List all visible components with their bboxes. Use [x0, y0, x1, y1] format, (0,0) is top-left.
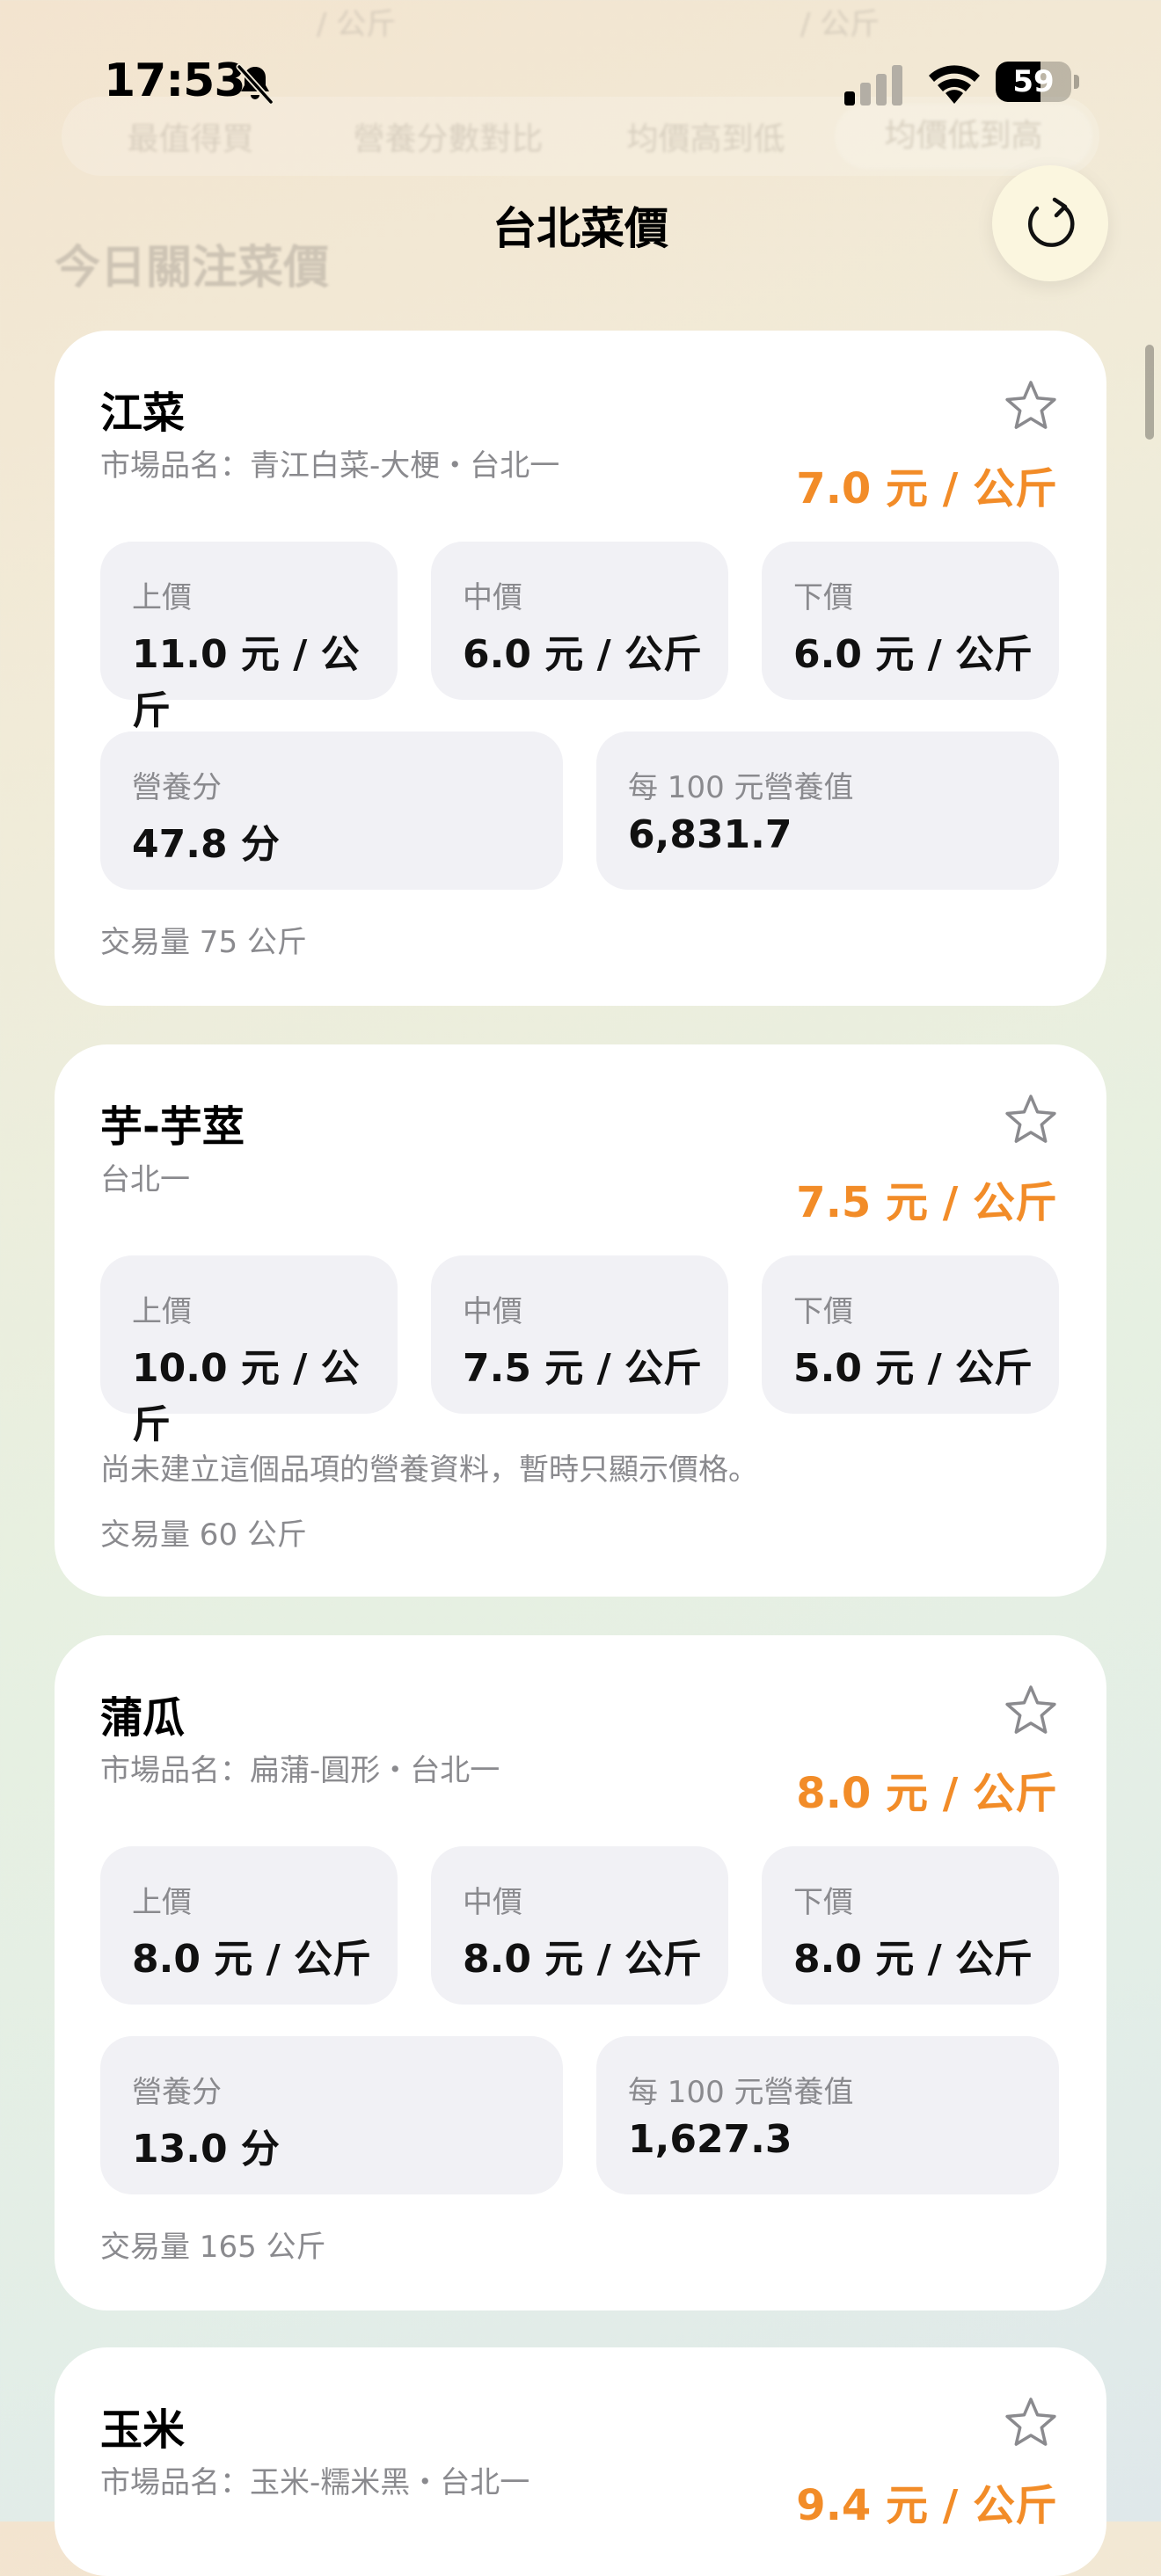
- trade-volume: 交易量 60 公斤: [100, 1517, 307, 1553]
- produce-card[interactable]: 江菜 市場品名：青江白菜-大梗・台北一 7.0 元 / 公斤 上價 11.0 元…: [55, 331, 1106, 1006]
- value-per-100-label: 每 100 元營養值: [628, 2075, 854, 2110]
- mid-price-value: 6.0 元 / 公斤: [463, 632, 702, 677]
- average-price: 9.4 元 / 公斤: [796, 2481, 1057, 2530]
- low-price-box: 下價 8.0 元 / 公斤: [762, 1846, 1059, 2005]
- page-title: 台北菜價: [493, 203, 668, 254]
- refresh-icon: [1028, 197, 1075, 247]
- bell-slash-icon: [236, 63, 274, 106]
- produce-name: 芋-芋莖: [100, 1102, 245, 1152]
- mid-price-box: 中價 7.5 元 / 公斤: [431, 1255, 728, 1414]
- mid-price-box: 中價 6.0 元 / 公斤: [431, 542, 728, 700]
- market-name: 市場品名：扁蒲-圓形・台北一: [100, 1753, 500, 1788]
- average-price: 7.5 元 / 公斤: [796, 1178, 1057, 1227]
- battery-indicator: 59: [996, 62, 1080, 102]
- average-price: 7.0 元 / 公斤: [796, 464, 1057, 513]
- nutrition-score-box: 營養分 13.0 分: [100, 2036, 563, 2194]
- favorite-star-icon[interactable]: [1003, 378, 1059, 434]
- low-price-label: 下價: [793, 1294, 853, 1329]
- mid-price-value: 7.5 元 / 公斤: [463, 1346, 702, 1391]
- trade-volume: 交易量 75 公斤: [100, 925, 307, 960]
- low-price-value: 5.0 元 / 公斤: [793, 1346, 1033, 1391]
- high-price-label: 上價: [132, 1294, 192, 1329]
- low-price-label: 下價: [793, 1885, 853, 1920]
- trade-volume: 交易量 165 公斤: [100, 2230, 326, 2265]
- produce-card[interactable]: 蒲瓜 市場品名：扁蒲-圓形・台北一 8.0 元 / 公斤 上價 8.0 元 / …: [55, 1635, 1106, 2310]
- mid-price-label: 中價: [463, 1885, 522, 1920]
- market-name: 市場品名：青江白菜-大梗・台北一: [100, 448, 560, 484]
- mid-price-label: 中價: [463, 1294, 522, 1329]
- market-name: 台北一: [100, 1162, 190, 1197]
- status-bar: 17:53 59: [0, 55, 1161, 116]
- high-price-box: 上價 8.0 元 / 公斤: [100, 1846, 398, 2005]
- mid-price-label: 中價: [463, 580, 522, 615]
- low-price-box: 下價 5.0 元 / 公斤: [762, 1255, 1059, 1414]
- high-price-box: 上價 10.0 元 / 公斤: [100, 1255, 398, 1447]
- market-name: 市場品名：玉米-糯米黑・台北一: [100, 2465, 530, 2500]
- filter-tab-price-desc: 均價高到低: [626, 121, 785, 157]
- average-price: 8.0 元 / 公斤: [796, 1769, 1057, 1818]
- scrollbar[interactable]: [1145, 345, 1154, 440]
- filter-tab-nutrition: 營養分數對比: [353, 121, 544, 157]
- cellular-signal-icon: [844, 65, 902, 106]
- ghost-unit-label: / 公斤: [800, 7, 880, 42]
- nutrition-score-label: 營養分: [132, 2075, 222, 2110]
- nutrition-score-value: 13.0 分: [132, 2127, 280, 2172]
- favorite-star-icon[interactable]: [1003, 1092, 1059, 1148]
- favorite-star-icon[interactable]: [1003, 2395, 1059, 2451]
- battery-percent: 59: [1012, 64, 1055, 99]
- produce-card[interactable]: 玉米 市場品名：玉米-糯米黑・台北一 9.4 元 / 公斤: [55, 2347, 1106, 2576]
- mid-price-box: 中價 8.0 元 / 公斤: [431, 1846, 728, 2005]
- value-per-100-box: 每 100 元營養值 6,831.7: [596, 731, 1059, 890]
- high-price-label: 上價: [132, 580, 192, 615]
- refresh-button[interactable]: [992, 165, 1108, 281]
- low-price-value: 8.0 元 / 公斤: [793, 1937, 1033, 1982]
- value-per-100-box: 每 100 元營養值 1,627.3: [596, 2036, 1059, 2194]
- wifi-icon: [929, 65, 980, 104]
- value-per-100-label: 每 100 元營養值: [628, 770, 854, 805]
- mid-price-value: 8.0 元 / 公斤: [463, 1937, 702, 1982]
- produce-name: 江菜: [100, 389, 186, 438]
- high-price-label: 上價: [132, 1885, 192, 1920]
- nutrition-score-value: 47.8 分: [132, 822, 280, 867]
- nutrition-score-box: 營養分 47.8 分: [100, 731, 563, 890]
- scrolled-under-content: / 公斤 / 公斤 最值得買 營養分數對比 均價高到低 均價低到高 今日關注菜價: [0, 0, 1161, 343]
- ghost-unit-label: / 公斤: [317, 7, 397, 42]
- high-price-value: 8.0 元 / 公斤: [132, 1937, 371, 1982]
- nutrition-score-label: 營養分: [132, 770, 222, 805]
- value-per-100-value: 6,831.7: [628, 812, 792, 857]
- nutrition-missing-note: 尚未建立這個品項的營養資料，暫時只顯示價格。: [100, 1452, 758, 1488]
- high-price-value: 10.0 元 / 公斤: [132, 1346, 360, 1447]
- high-price-value: 11.0 元 / 公斤: [132, 632, 360, 733]
- value-per-100-value: 1,627.3: [628, 2117, 792, 2162]
- filter-tab-best-buy: 最值得買: [127, 121, 254, 157]
- favorite-star-icon[interactable]: [1003, 1683, 1059, 1739]
- status-time: 17:53: [104, 55, 246, 107]
- produce-card[interactable]: 芋-芋莖 台北一 7.5 元 / 公斤 上價 10.0 元 / 公斤 中價 7.…: [55, 1044, 1106, 1597]
- low-price-label: 下價: [793, 580, 853, 615]
- low-price-value: 6.0 元 / 公斤: [793, 632, 1033, 677]
- produce-name: 玉米: [100, 2405, 186, 2455]
- high-price-box: 上價 11.0 元 / 公斤: [100, 542, 398, 733]
- low-price-box: 下價 6.0 元 / 公斤: [762, 542, 1059, 700]
- produce-name: 蒲瓜: [100, 1693, 186, 1743]
